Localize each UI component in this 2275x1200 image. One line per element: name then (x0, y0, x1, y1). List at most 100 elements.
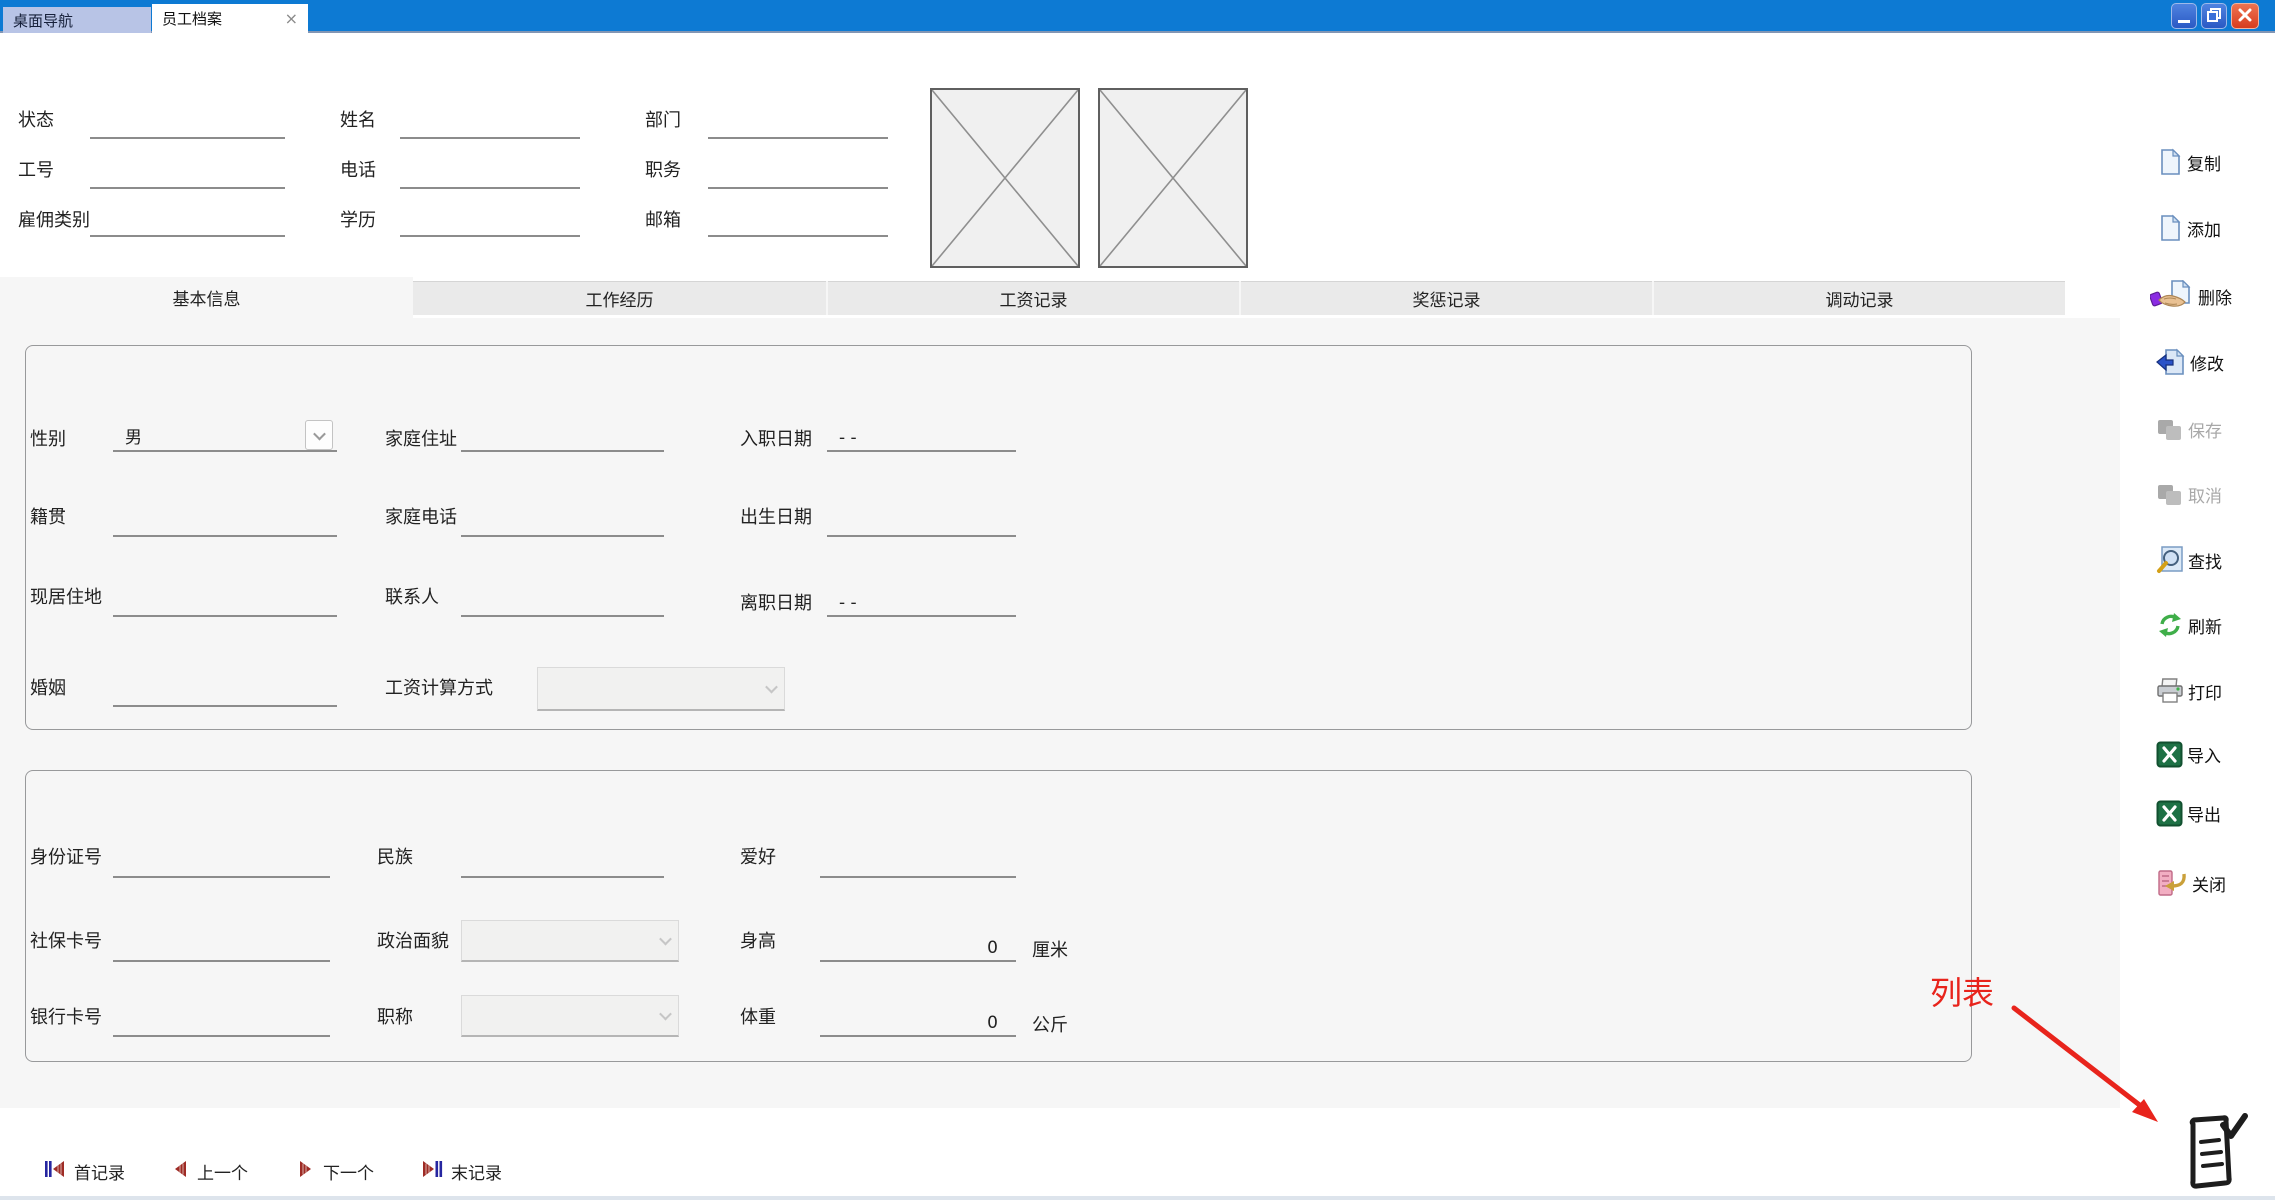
tab-reward-record-label: 奖惩记录 (1413, 286, 1481, 311)
hire-date-label: 入职日期 (740, 425, 812, 451)
employee-record-window: 桌面导航 员工档案 × 状态 姓名 部门 工号 电话 职务 雇佣类别 学历 邮 (0, 0, 2275, 1200)
photo-cross-icon (932, 90, 1078, 266)
tab-salary-record[interactable]: 工资记录 (826, 281, 1239, 315)
next-record-button[interactable]: 下一个 (297, 1156, 374, 1186)
modify-button[interactable]: 修改 (2156, 346, 2224, 378)
height-input[interactable]: 0 (820, 934, 1016, 962)
photo-placeholder-1[interactable] (930, 88, 1080, 268)
photo-cross-icon (1100, 90, 1246, 266)
position-label: 职务 (645, 156, 681, 182)
birth-date-label: 出生日期 (740, 503, 812, 529)
hobby-input[interactable] (820, 850, 1016, 878)
print-icon (2156, 677, 2184, 705)
ethnicity-label: 民族 (377, 843, 413, 869)
employee-id-input[interactable] (90, 161, 285, 189)
photo-placeholder-2[interactable] (1098, 88, 1248, 268)
annotation-list-label: 列表 (1930, 968, 1994, 1014)
birth-date-input[interactable] (827, 509, 1016, 537)
previous-record-icon (171, 1158, 189, 1185)
job-title-select[interactable] (461, 995, 679, 1037)
salary-method-select[interactable] (537, 667, 785, 711)
tab-work-history[interactable]: 工作经历 (413, 281, 826, 315)
gender-dropdown-button[interactable] (305, 420, 333, 450)
employment-type-input[interactable] (90, 209, 285, 237)
status-input[interactable] (90, 111, 285, 139)
tab-transfer-record-label: 调动记录 (1826, 286, 1894, 311)
political-status-select[interactable] (461, 920, 679, 962)
add-label: 添加 (2187, 216, 2221, 241)
education-input[interactable] (400, 209, 580, 237)
tab-basic-info[interactable]: 基本信息 (0, 277, 413, 318)
close-form-icon (2156, 868, 2188, 898)
tab-transfer-record[interactable]: 调动记录 (1652, 281, 2065, 315)
find-button[interactable]: 查找 (2156, 544, 2222, 576)
chevron-down-icon (659, 1008, 672, 1021)
phone-input[interactable] (400, 161, 580, 189)
close-form-label: 关闭 (2192, 871, 2226, 896)
home-phone-input[interactable] (461, 509, 664, 537)
modify-icon (2156, 348, 2186, 376)
copy-icon (2156, 148, 2183, 176)
first-record-button[interactable]: 首记录 (44, 1156, 125, 1186)
print-button[interactable]: 打印 (2156, 675, 2222, 707)
last-record-button[interactable]: 末记录 (421, 1156, 502, 1186)
marriage-label: 婚姻 (30, 674, 66, 700)
contact-input[interactable] (461, 589, 664, 617)
position-input[interactable] (708, 161, 888, 189)
tab-work-history-label: 工作经历 (586, 286, 654, 311)
department-label: 部门 (645, 106, 681, 132)
leave-date-input[interactable]: - - (827, 589, 1016, 617)
home-address-input[interactable] (461, 424, 664, 452)
tab-reward-record[interactable]: 奖惩记录 (1239, 281, 1652, 315)
last-record-icon (421, 1158, 443, 1185)
refresh-button[interactable]: 刷新 (2156, 609, 2222, 641)
restore-button[interactable] (2201, 3, 2227, 29)
delete-icon (2150, 280, 2194, 312)
list-checklist-icon (2185, 1112, 2249, 1192)
phone-label: 电话 (340, 156, 376, 182)
marriage-input[interactable] (113, 679, 337, 707)
chevron-down-icon (313, 427, 326, 440)
minimize-button[interactable] (2171, 3, 2197, 29)
job-title-label: 职称 (377, 1003, 413, 1029)
save-icon (2156, 415, 2184, 443)
department-input[interactable] (708, 111, 888, 139)
export-icon (2156, 800, 2183, 827)
annotation-arrow-icon (2000, 1000, 2170, 1135)
social-card-input[interactable] (113, 934, 330, 962)
next-record-icon (297, 1158, 315, 1185)
add-button[interactable]: 添加 (2156, 212, 2221, 244)
next-record-label: 下一个 (323, 1159, 374, 1184)
close-form-button[interactable]: 关闭 (2156, 867, 2226, 899)
name-input[interactable] (400, 111, 580, 139)
basic-info-groupbox (25, 345, 1972, 730)
cancel-label: 取消 (2188, 482, 2222, 507)
copy-button[interactable]: 复制 (2156, 146, 2221, 178)
native-place-input[interactable] (113, 509, 337, 537)
employment-type-label: 雇佣类别 (18, 206, 90, 232)
cancel-icon (2156, 480, 2184, 508)
cancel-button: 取消 (2156, 478, 2222, 510)
import-button[interactable]: 导入 (2156, 738, 2221, 770)
tab-close-icon[interactable]: × (285, 11, 298, 27)
residence-input[interactable] (113, 589, 337, 617)
export-button[interactable]: 导出 (2156, 797, 2221, 829)
previous-record-button[interactable]: 上一个 (171, 1156, 248, 1186)
id-number-input[interactable] (113, 850, 330, 878)
list-button[interactable] (2185, 1112, 2249, 1192)
hire-date-input[interactable]: - - (827, 424, 1016, 452)
delete-button[interactable]: 删除 (2150, 280, 2232, 312)
close-button[interactable] (2231, 3, 2259, 29)
email-input[interactable] (708, 209, 888, 237)
weight-input[interactable]: 0 (820, 1009, 1016, 1037)
tab-desktop-navigation[interactable]: 桌面导航 (3, 7, 151, 33)
copy-label: 复制 (2187, 150, 2221, 175)
first-record-icon (44, 1158, 66, 1185)
ethnicity-input[interactable] (461, 850, 664, 878)
gender-select[interactable]: 男 (113, 424, 337, 452)
modify-label: 修改 (2190, 350, 2224, 375)
employee-id-label: 工号 (18, 156, 54, 182)
bank-card-input[interactable] (113, 1009, 330, 1037)
name-label: 姓名 (340, 106, 376, 132)
tab-employee-record[interactable]: 员工档案 × (152, 4, 308, 33)
